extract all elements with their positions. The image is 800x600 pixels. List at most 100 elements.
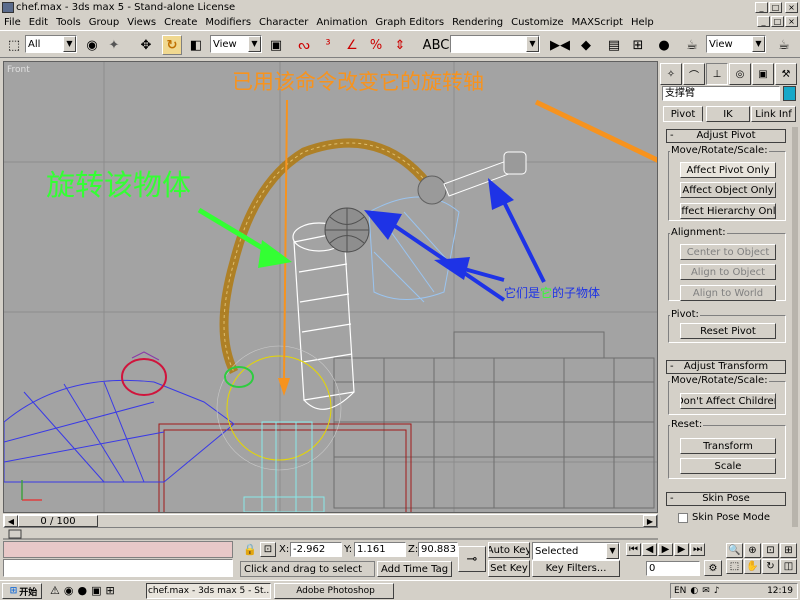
menu-edit[interactable]: Edit [25, 17, 52, 28]
task-3dsmax[interactable]: chef.max - 3ds max 5 - St... [146, 583, 271, 599]
key-icon[interactable]: ⊸ [458, 546, 486, 572]
affect-object-only-button[interactable]: Affect Object Only [680, 182, 776, 198]
angle-snap-icon[interactable]: ∠ [342, 35, 362, 55]
reference-coord-combo[interactable]: View ▼ [210, 35, 262, 53]
percent-snap-icon[interactable]: % [366, 35, 386, 55]
snap-toggle-icon[interactable]: ³ [318, 35, 338, 55]
menu-animation[interactable]: Animation [312, 17, 371, 28]
language-indicator[interactable]: EN [674, 586, 686, 596]
affect-hierarchy-only-button[interactable]: Affect Hierarchy Only [680, 203, 776, 219]
align-icon[interactable]: ◆ [576, 35, 596, 55]
desktop-icon[interactable]: ⚠ [50, 584, 60, 597]
go-to-end-icon[interactable]: ⏭ [690, 543, 705, 556]
chevron-down-icon[interactable]: ▼ [526, 36, 539, 52]
maximize-button[interactable]: □ [769, 2, 782, 13]
time-config-icon[interactable]: ⚙ [704, 560, 722, 576]
volume-icon[interactable]: ♪ [714, 586, 720, 596]
dont-affect-children-button[interactable]: Don't Affect Children [680, 393, 776, 409]
menu-character[interactable]: Character [255, 17, 312, 28]
chevron-down-icon[interactable]: ▼ [752, 36, 765, 52]
time-slider-prev[interactable]: ◀ [4, 515, 18, 527]
align-to-world-button[interactable]: Align to World [680, 285, 776, 301]
pivot-center-icon[interactable]: ▣ [266, 35, 286, 55]
object-color-swatch[interactable] [783, 86, 796, 101]
select-by-name-icon[interactable]: ✦ [104, 35, 124, 55]
absolute-mode-icon[interactable]: ⊡ [260, 542, 276, 557]
doc-close-button[interactable]: × [785, 16, 798, 27]
lock-icon[interactable]: 🔒 [243, 543, 257, 556]
adjust-pivot-rollout[interactable]: - Adjust Pivot [666, 129, 786, 143]
adjust-transform-rollout[interactable]: - Adjust Transform [666, 360, 786, 374]
x-coordinate-field[interactable]: -2.962 [290, 542, 342, 557]
skin-pose-mode-checkbox[interactable] [678, 513, 688, 523]
zoom-extents-icon[interactable]: ⊡ [762, 543, 779, 558]
chevron-down-icon[interactable]: ▼ [63, 36, 76, 52]
align-to-object-button[interactable]: Align to Object [680, 264, 776, 280]
menu-graph-editors[interactable]: Graph Editors [371, 17, 448, 28]
next-frame-icon[interactable]: ▶ [674, 543, 689, 556]
spinner-snap-icon[interactable]: ⇕ [390, 35, 410, 55]
maxscript-listener-white[interactable] [3, 559, 233, 577]
selection-filter-combo[interactable]: All ▼ [25, 35, 77, 53]
select-region-icon[interactable]: ⬚ [4, 35, 24, 55]
reset-pivot-button[interactable]: Reset Pivot [680, 323, 776, 339]
key-mode-combo[interactable]: Selected ▼ [532, 542, 620, 560]
browser-icon[interactable]: ◉ [64, 584, 74, 597]
add-time-tag-button[interactable]: Add Time Tag [377, 561, 452, 577]
zoom-extents-all-icon[interactable]: ⊞ [780, 543, 797, 558]
menu-maxscript[interactable]: MAXScript [568, 17, 627, 28]
doc-maximize-button[interactable]: □ [771, 16, 784, 27]
media-icon[interactable]: ● [77, 584, 87, 597]
current-frame-field[interactable]: 0 [646, 561, 700, 576]
select-manipulate-icon[interactable]: ᔓ [294, 35, 314, 55]
key-filters-button[interactable]: Key Filters... [532, 560, 620, 577]
object-name-field[interactable]: 支撑臂 [662, 86, 780, 101]
y-coordinate-field[interactable]: 1.161 [354, 542, 406, 557]
quick-render-icon[interactable]: ☕ [774, 35, 794, 55]
create-tab-icon[interactable]: ✧ [660, 63, 682, 85]
menu-customize[interactable]: Customize [507, 17, 568, 28]
go-to-start-icon[interactable]: ⏮ [626, 543, 641, 556]
material-editor-icon[interactable]: ● [654, 35, 674, 55]
tab-pivot[interactable]: Pivot [663, 106, 703, 122]
doc-minimize-button[interactable]: _ [757, 16, 770, 27]
pan-icon[interactable]: ✋ [744, 559, 761, 574]
schematic-view-icon[interactable]: ⊞ [628, 35, 648, 55]
motion-tab-icon[interactable]: ◎ [729, 63, 751, 85]
chevron-down-icon[interactable]: ▼ [606, 543, 619, 559]
region-zoom-icon[interactable]: ⬚ [726, 559, 743, 574]
time-slider-thumb[interactable]: 0 / 100 [18, 515, 98, 527]
close-button[interactable]: × [785, 2, 798, 13]
time-slider[interactable]: ◀ 0 / 100 ▶ [3, 514, 658, 528]
transform-button[interactable]: Transform [680, 438, 776, 454]
menu-create[interactable]: Create [160, 17, 201, 28]
scale-button[interactable]: Scale [680, 458, 776, 474]
tray-icon[interactable]: ◐ [690, 586, 698, 596]
minimize-button[interactable]: _ [755, 2, 768, 13]
app-icon[interactable]: ⊞ [106, 584, 115, 597]
menu-tools[interactable]: Tools [52, 17, 85, 28]
z-coordinate-field[interactable]: 90.883 [418, 542, 458, 557]
affect-pivot-only-button[interactable]: Affect Pivot Only [680, 162, 776, 178]
maxscript-listener-pink[interactable] [3, 541, 233, 558]
maximize-viewport-icon[interactable]: ◫ [780, 559, 797, 574]
named-selection-combo[interactable]: ▼ [450, 35, 540, 53]
modify-tab-icon[interactable]: ⌒ [683, 63, 705, 85]
tab-ik[interactable]: IK [706, 106, 750, 122]
hierarchy-tab-icon[interactable]: ⊥ [706, 63, 728, 85]
zoom-icon[interactable]: 🔍 [726, 543, 743, 558]
mirror-icon[interactable]: ▶◀ [550, 35, 570, 55]
panel-scrollbar[interactable] [792, 127, 798, 527]
track-view-icon[interactable]: ▤ [604, 35, 624, 55]
render-scene-icon[interactable]: ☕ [682, 35, 702, 55]
render-view-combo[interactable]: View ▼ [706, 35, 766, 53]
scale-icon[interactable]: ◧ [186, 35, 206, 55]
menu-file[interactable]: File [0, 17, 25, 28]
rotate-icon[interactable]: ↻ [162, 35, 182, 55]
skin-pose-rollout[interactable]: - Skin Pose [666, 492, 786, 506]
tab-link-info[interactable]: Link Inf [751, 106, 796, 122]
menu-modifiers[interactable]: Modifiers [201, 17, 255, 28]
menu-views[interactable]: Views [123, 17, 160, 28]
start-button[interactable]: ⊞ 开始 [2, 583, 42, 599]
set-key-button[interactable]: Set Key [488, 560, 530, 577]
